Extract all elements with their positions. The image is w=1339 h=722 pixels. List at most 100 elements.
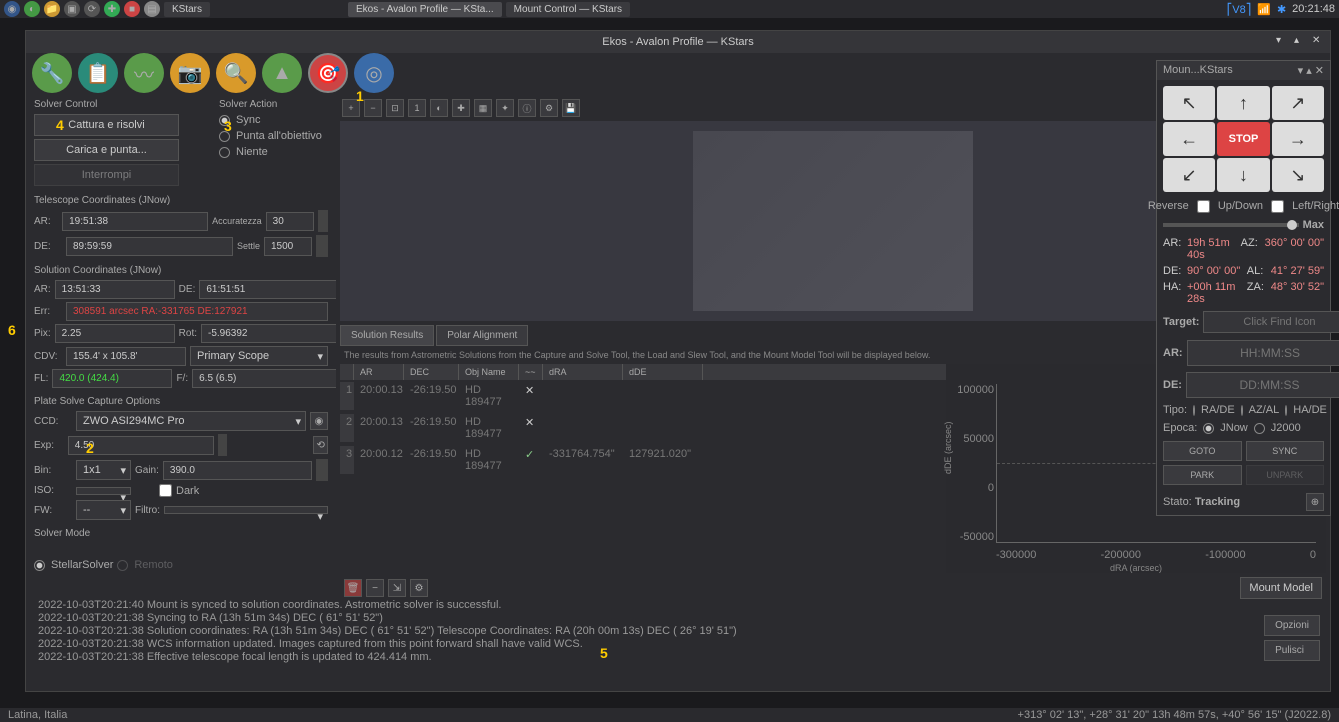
updown-checkbox[interactable] (1197, 200, 1210, 213)
unpark-button[interactable]: UNPARK (1246, 465, 1325, 485)
capture-tab[interactable]: 📷 (170, 53, 210, 93)
settle-spinner[interactable] (316, 235, 328, 257)
speed-slider[interactable] (1163, 223, 1299, 227)
annotation-1: 1 (356, 88, 364, 104)
taskbar-ekos[interactable]: Ekos - Avalon Profile — KSta... (348, 2, 502, 17)
target-input[interactable] (1203, 311, 1339, 333)
settle-input[interactable] (264, 237, 312, 256)
bluetooth-icon: ✱ (1277, 3, 1286, 16)
goto-button[interactable]: GOTO (1163, 441, 1242, 461)
setup-tab[interactable]: 🔧 (32, 53, 72, 93)
zoom-1-icon[interactable]: 1 (408, 99, 426, 117)
rot-input (201, 324, 336, 343)
analyze-tab[interactable]: 〰 (124, 53, 164, 93)
park-button[interactable]: PARK (1163, 465, 1242, 485)
results-table: AR DEC Obj Name ~~ dRA dDE 120:00.13-26:… (340, 364, 946, 573)
sol-ar-input[interactable] (55, 280, 175, 299)
target-de-input[interactable] (1186, 372, 1339, 398)
mount-model-button[interactable]: Mount Model (1240, 577, 1322, 599)
mount-tab[interactable]: ▲ (262, 53, 302, 93)
dpad-sw[interactable]: ↙ (1163, 158, 1215, 192)
focus-tab[interactable]: 🔍 (216, 53, 256, 93)
remote-radio[interactable]: Remoto (117, 559, 173, 571)
rade-radio[interactable] (1193, 405, 1195, 416)
sync-button[interactable]: SYNC (1246, 441, 1325, 461)
guide-tab[interactable]: ◎ (354, 53, 394, 93)
zoom-out-icon[interactable]: − (364, 99, 382, 117)
stop-button[interactable]: Interrompi (34, 164, 179, 186)
dpad-se[interactable]: ↘ (1272, 158, 1324, 192)
mount-max-icon[interactable]: ▴ (1306, 65, 1312, 77)
dpad-n[interactable]: ↑ (1217, 86, 1269, 120)
info-icon[interactable]: ⓘ (518, 99, 536, 117)
filter-dropdown[interactable] (164, 506, 328, 514)
dpad-ne[interactable]: ↗ (1272, 86, 1324, 120)
ccd-settings-icon[interactable]: ◉ (310, 412, 328, 430)
options-button[interactable]: Opzioni (1264, 615, 1320, 636)
sync-radio[interactable]: Sync (219, 114, 322, 126)
maximize-icon[interactable]: ▴ (1294, 35, 1308, 49)
minimize-icon[interactable]: ▾ (1276, 35, 1290, 49)
de-input[interactable] (66, 237, 233, 256)
bin-dropdown[interactable]: 1x1 (76, 460, 131, 480)
dpad-w[interactable]: ← (1163, 122, 1215, 156)
dpad-stop[interactable]: STOP (1217, 122, 1269, 156)
rotate-icon[interactable]: ⟲ (313, 436, 328, 454)
align-tab[interactable]: 🎯 (308, 53, 348, 93)
save-icon[interactable]: 💾 (562, 99, 580, 117)
clear-button[interactable]: Pulisci (1264, 640, 1320, 661)
app-icon[interactable]: ◐ (24, 1, 40, 17)
folder-icon[interactable]: 📁 (44, 1, 60, 17)
target-ar-input[interactable] (1187, 340, 1339, 366)
refresh-icon[interactable]: ⟳ (84, 1, 100, 17)
jnow-radio[interactable] (1203, 423, 1214, 434)
scope-dropdown[interactable]: Primary Scope (190, 346, 328, 366)
mount-min-icon[interactable]: ▾ (1298, 65, 1304, 77)
zoom-fit-icon[interactable]: ⊡ (386, 99, 404, 117)
status-icon[interactable]: ⊕ (1306, 493, 1324, 511)
grid-icon[interactable]: ▦ (474, 99, 492, 117)
doc-icon[interactable]: ▤ (144, 1, 160, 17)
pix-input (55, 324, 175, 343)
leftright-checkbox[interactable] (1271, 200, 1284, 213)
table-row[interactable]: 320:00.12-26:19.50HD 189477✓-331764.754"… (340, 444, 946, 476)
iso-dropdown[interactable] (76, 487, 131, 495)
mount-close-icon[interactable]: ✕ (1315, 65, 1324, 77)
accuracy-input[interactable] (266, 212, 314, 231)
hade-radio[interactable] (1285, 405, 1287, 416)
plus-icon[interactable]: ✚ (104, 1, 120, 17)
close-icon[interactable]: ✕ (1312, 35, 1326, 49)
j2000-radio[interactable] (1254, 423, 1265, 434)
fw-dropdown[interactable]: -- (76, 500, 131, 520)
taskbar-mount[interactable]: Mount Control — KStars (506, 2, 630, 17)
dpad-e[interactable]: → (1272, 122, 1324, 156)
scheduler-tab[interactable]: 📋 (78, 53, 118, 93)
tab-polar[interactable]: Polar Alignment (436, 325, 528, 346)
start-icon[interactable]: ◉ (4, 1, 20, 17)
taskbar-kstars[interactable]: KStars (164, 2, 210, 17)
none-radio[interactable]: Niente (219, 146, 322, 158)
stars-icon[interactable]: ✦ (496, 99, 514, 117)
dpad-s[interactable]: ↓ (1217, 158, 1269, 192)
stellarsolver-radio[interactable]: StellarSolver (34, 559, 113, 571)
tool-icon[interactable]: ⚙ (540, 99, 558, 117)
terminal-icon[interactable]: ▣ (64, 1, 80, 17)
table-row[interactable]: 220:00.13-26:19.50HD 189477✕ (340, 412, 946, 444)
ar-input[interactable] (62, 212, 208, 231)
tab-results[interactable]: Solution Results (340, 325, 434, 346)
ccd-dropdown[interactable]: ZWO ASI294MC Pro (76, 411, 306, 431)
slew-radio[interactable]: Punta all'obiettivo (219, 130, 322, 142)
stop-icon[interactable]: ■ (124, 1, 140, 17)
accuracy-spinner[interactable] (318, 210, 328, 232)
crosshair-icon[interactable]: ✚ (452, 99, 470, 117)
table-row[interactable]: 120:00.13-26:19.50HD 189477✕ (340, 380, 946, 412)
sol-de-input[interactable] (199, 280, 336, 299)
dark-checkbox[interactable] (159, 484, 172, 497)
gain-input[interactable] (163, 461, 312, 480)
gain-spinner[interactable] (316, 459, 328, 481)
load-slew-button[interactable]: Carica e punta... (34, 139, 179, 161)
exp-spinner[interactable] (218, 434, 227, 456)
dpad-nw[interactable]: ↖ (1163, 86, 1215, 120)
stretch-icon[interactable]: ◐ (430, 99, 448, 117)
azal-radio[interactable] (1241, 405, 1243, 416)
